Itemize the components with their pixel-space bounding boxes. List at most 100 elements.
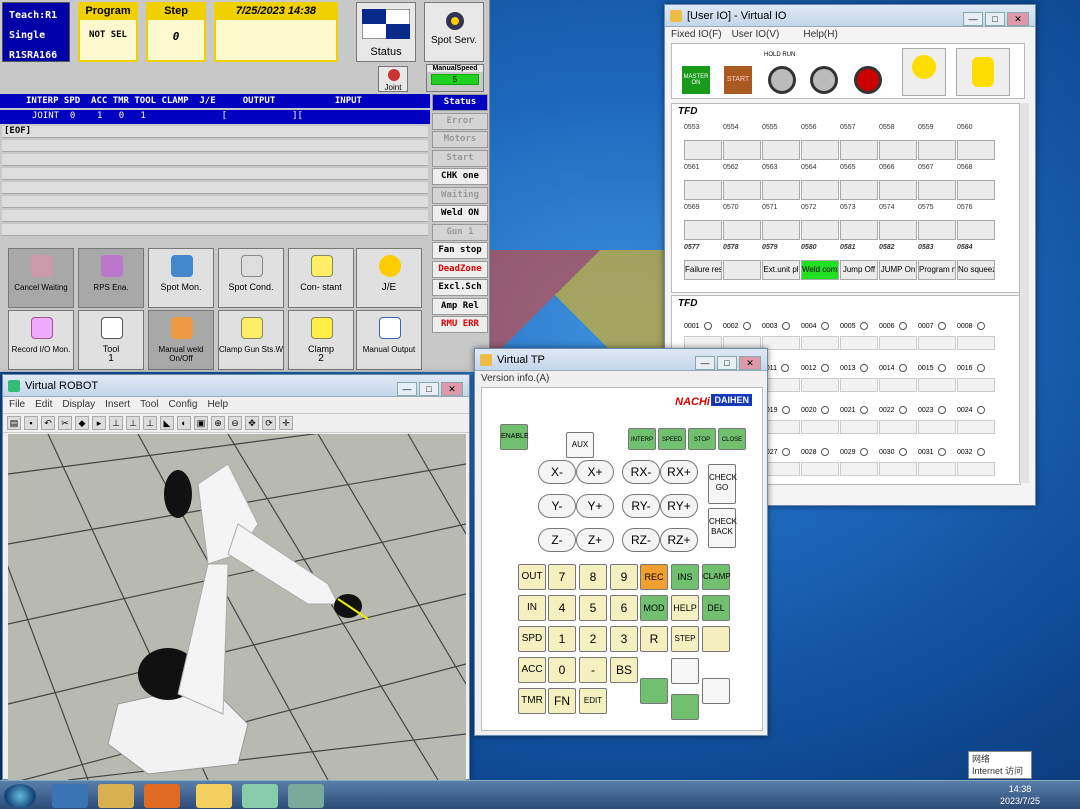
ie-icon[interactable] [52,784,88,808]
teach-key-switch[interactable] [902,48,946,96]
axis-jog-key[interactable]: Y- [538,494,576,518]
top-small-key[interactable]: INTERP [628,428,656,450]
output-cell[interactable]: Program n [918,260,956,280]
maximize-button[interactable]: □ [419,382,439,396]
explorer-icon[interactable] [98,784,134,808]
close-button[interactable]: ✕ [441,382,463,396]
output-cell[interactable] [684,140,722,160]
axis2-icon[interactable]: ⊥ [126,416,140,430]
output-cell[interactable] [801,180,839,200]
bulb-icon[interactable] [242,784,278,808]
output-cell[interactable] [957,220,995,240]
output-cell[interactable] [918,180,956,200]
function-key[interactable]: TMR [518,688,546,714]
emergency-stop-button[interactable] [854,66,882,94]
down-arrow-key[interactable] [671,694,699,720]
record-io-button[interactable]: Record I/O Mon. [8,310,74,370]
rotation-jog-key[interactable]: RY- [622,494,660,518]
save-icon[interactable]: ▪ [24,416,38,430]
cut-icon[interactable]: ✂ [58,416,72,430]
numeric-key[interactable]: 1 [548,626,576,652]
numeric-key[interactable]: 8 [579,564,607,590]
output-cell[interactable] [762,140,800,160]
output-cell[interactable] [918,220,956,240]
system-clock[interactable]: 14:38 2023/7/25 [1000,783,1040,807]
output-cell[interactable] [918,140,956,160]
media-player-icon[interactable] [144,784,180,808]
spot-condition-button[interactable]: Spot Cond. [218,248,284,308]
output-cell[interactable] [801,140,839,160]
top-small-key[interactable]: SPEED [658,428,686,450]
cancel-waiting-button[interactable]: Cancel Waiting [8,248,74,308]
rotation-jog-key[interactable]: RY+ [660,494,698,518]
output-cell[interactable] [723,140,761,160]
rotate-icon[interactable]: ⟳ [262,416,276,430]
manual-output-button[interactable]: Manual Output [356,310,422,370]
check-back-key[interactable]: CHECK BACK [708,508,737,548]
function-key[interactable]: IN [518,595,546,621]
output-cell[interactable] [879,220,917,240]
output-cell[interactable] [723,220,761,240]
minimize-button[interactable]: — [963,12,983,26]
maximize-button[interactable]: □ [717,356,737,370]
output-cell[interactable] [840,180,878,200]
numeric-key[interactable]: 7 [548,564,576,590]
output-cell[interactable] [957,180,995,200]
je-button[interactable]: J/E [356,248,422,308]
close-button[interactable]: ✕ [739,356,761,370]
axis-jog-key[interactable]: X- [538,460,576,484]
output-cell[interactable]: Weld comp [801,260,839,280]
fn-key[interactable]: FN [548,688,576,714]
rec-key[interactable]: REC [640,564,668,590]
check-go-key[interactable]: CHECK GO [708,464,737,504]
up-arrow-key[interactable] [671,658,699,684]
menu-user-io[interactable]: User IO(V) [732,29,780,40]
edit-key[interactable]: EDIT [579,688,607,714]
output-cell[interactable] [840,140,878,160]
menu-version-info[interactable]: Version info.(A) [481,373,549,384]
rotation-jog-key[interactable]: RX+ [660,460,698,484]
ins-key[interactable]: INS [671,564,699,590]
numeric-key[interactable]: - [579,657,607,683]
clamp-gun-button[interactable]: Clamp Gun Sts.W [218,310,284,370]
mode-switch[interactable] [810,66,838,94]
program-box[interactable]: Program NOT SEL [78,2,138,62]
output-cell[interactable] [801,220,839,240]
numeric-key[interactable]: 9 [610,564,638,590]
numeric-key[interactable]: 4 [548,595,576,621]
user-io-titlebar[interactable]: [User IO] - Virtual IO — □ ✕ [665,5,1035,27]
output-cell[interactable]: Ext.unit pl [762,260,800,280]
move-icon[interactable]: ✛ [279,416,293,430]
output-cell[interactable] [840,220,878,240]
menu-display[interactable]: Display [62,399,95,410]
reset-key[interactable]: R [640,626,668,652]
tool-red-icon[interactable]: ◣ [160,416,174,430]
clamp-button[interactable]: Clamp 2 [288,310,354,370]
menu-config[interactable]: Config [169,399,198,410]
function-key[interactable]: ACC [518,657,546,683]
spot-monitor-button[interactable]: Spot Mon. [148,248,214,308]
enable-key[interactable]: ENABLE [500,424,529,450]
minimize-button[interactable]: — [695,356,715,370]
undo-icon[interactable]: ↶ [41,416,55,430]
rotation-jog-key[interactable]: RX- [622,460,660,484]
left-arrow-key[interactable] [640,678,668,704]
menu-insert[interactable]: Insert [105,399,130,410]
joint-button[interactable]: Joint [378,66,408,92]
menu-help[interactable]: Help(H) [803,29,837,40]
axis-jog-key[interactable]: X+ [576,460,614,484]
rotation-jog-key[interactable]: RZ+ [660,528,698,552]
menu-tool[interactable]: Tool [140,399,158,410]
output-cell[interactable] [762,180,800,200]
numeric-key[interactable]: 3 [610,626,638,652]
hold-run-switch[interactable] [768,66,796,94]
axis-jog-key[interactable]: Z+ [576,528,614,552]
help-key[interactable]: HELP [671,595,699,621]
minimize-button[interactable]: — [397,382,417,396]
step-box[interactable]: Step 0 [146,2,206,62]
right-arrow-key[interactable] [702,678,730,704]
menu-file[interactable]: File [9,399,25,410]
constant-button[interactable]: Con- stant [288,248,354,308]
numeric-key[interactable]: 2 [579,626,607,652]
window-taskbar-icon[interactable] [288,784,324,808]
